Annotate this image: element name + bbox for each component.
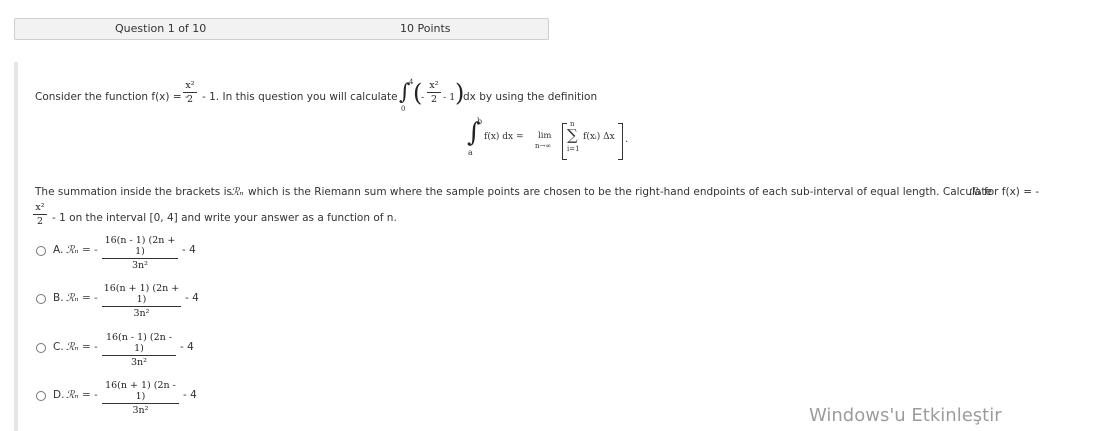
riemann-symbol: ℛₙ — [231, 186, 244, 198]
integral-fraction-numerator: x² — [429, 80, 439, 91]
option-b-numerator: 16(n + 1) (2n + 1) — [103, 283, 180, 305]
option-a-fraction: 16(n - 1) (2n + 1) 3n² — [102, 235, 178, 271]
option-a-radio[interactable] — [36, 246, 46, 256]
option-d-denominator: 3n² — [132, 405, 149, 416]
paragraph-fraction: x² 2 — [33, 202, 47, 227]
question-left-border — [14, 62, 18, 431]
integral-fraction: x² 2 — [427, 80, 441, 105]
definition-lim-subscript: n→∞ — [535, 142, 552, 150]
option-d-radio[interactable] — [36, 391, 46, 401]
option-b-radio[interactable] — [36, 294, 46, 304]
option-a-letter: A. — [53, 244, 64, 256]
definition-sum-body: f(xᵢ) Δx — [583, 132, 615, 142]
option-c-denominator: 3n² — [131, 357, 147, 368]
definition-integrand: f(x) dx = — [484, 132, 524, 142]
option-c-radio[interactable] — [36, 343, 46, 353]
option-b-denominator: 3n² — [133, 308, 150, 319]
fx-fraction: x² 2 — [183, 80, 197, 105]
definition-lower-limit: a — [468, 148, 473, 157]
paragraph-fraction-numerator: x² — [35, 202, 45, 213]
paragraph-text-mid: which is the Riemann sum where the sampl… — [248, 186, 992, 198]
option-b-letter: B. — [53, 292, 64, 304]
paragraph-text-end: for f(x) = - — [984, 186, 1040, 198]
option-d-tail: - 4 — [183, 389, 197, 401]
option-d-letter: D. — [53, 389, 65, 401]
paragraph-fraction-denominator: 2 — [36, 216, 44, 227]
definition-right-bracket — [618, 123, 623, 160]
option-b-tail: - 4 — [185, 292, 199, 304]
option-d-lhs: ℛₙ = - — [66, 389, 98, 401]
definition-sum-lower: i=1 — [567, 145, 580, 153]
paragraph-text-start: The summation inside the brackets is — [35, 186, 232, 198]
windows-activation-watermark: Windows'u Etkinleştir — [809, 405, 1002, 426]
option-c-tail: - 4 — [180, 341, 194, 353]
riemann-symbol-2: ℛₙ — [969, 186, 982, 198]
option-a-numerator: 16(n - 1) (2n + 1) — [104, 235, 176, 257]
prompt-text-end: dx by using the definition — [463, 91, 598, 103]
option-c-numerator: 16(n - 1) (2n - 1) — [105, 332, 173, 354]
option-a-tail: - 4 — [182, 244, 196, 256]
option-c-lhs: ℛₙ = - — [66, 341, 98, 353]
integral-fraction-denominator: 2 — [430, 94, 438, 105]
question-header-bar: Question 1 of 10 10 Points — [14, 18, 549, 40]
option-d-fraction: 16(n + 1) (2n - 1) 3n² — [102, 380, 179, 416]
option-b-fraction: 16(n + 1) (2n + 1) 3n² — [102, 283, 181, 319]
prompt-text-start: Consider the function f(x) = - — [35, 91, 189, 103]
definition-sum-sign: ∑ — [567, 126, 578, 144]
integral-tail: - 1 — [443, 92, 456, 103]
definition-lim: lim — [538, 131, 552, 141]
fx-fraction-denominator: 2 — [186, 94, 194, 105]
option-a-lhs: ℛₙ = - — [66, 244, 98, 256]
question-points: 10 Points — [400, 22, 451, 35]
integral-lower-limit: 0 — [401, 105, 406, 113]
option-c-letter: C. — [53, 341, 64, 353]
option-d-numerator: 16(n + 1) (2n - 1) — [105, 380, 176, 402]
prompt-text-mid: - 1. In this question you will calculate — [202, 91, 398, 103]
definition-period: . — [625, 134, 629, 145]
fx-fraction-numerator: x² — [185, 80, 195, 91]
paragraph-text-line3: - 1 on the interval [0, 4] and write you… — [52, 212, 397, 224]
option-c-fraction: 16(n - 1) (2n - 1) 3n² — [102, 332, 176, 368]
option-b-lhs: ℛₙ = - — [66, 292, 98, 304]
integral-minus: - — [421, 92, 425, 103]
definition-upper-limit: b — [477, 117, 483, 126]
question-number: Question 1 of 10 — [115, 22, 207, 35]
option-a-denominator: 3n² — [132, 260, 148, 271]
